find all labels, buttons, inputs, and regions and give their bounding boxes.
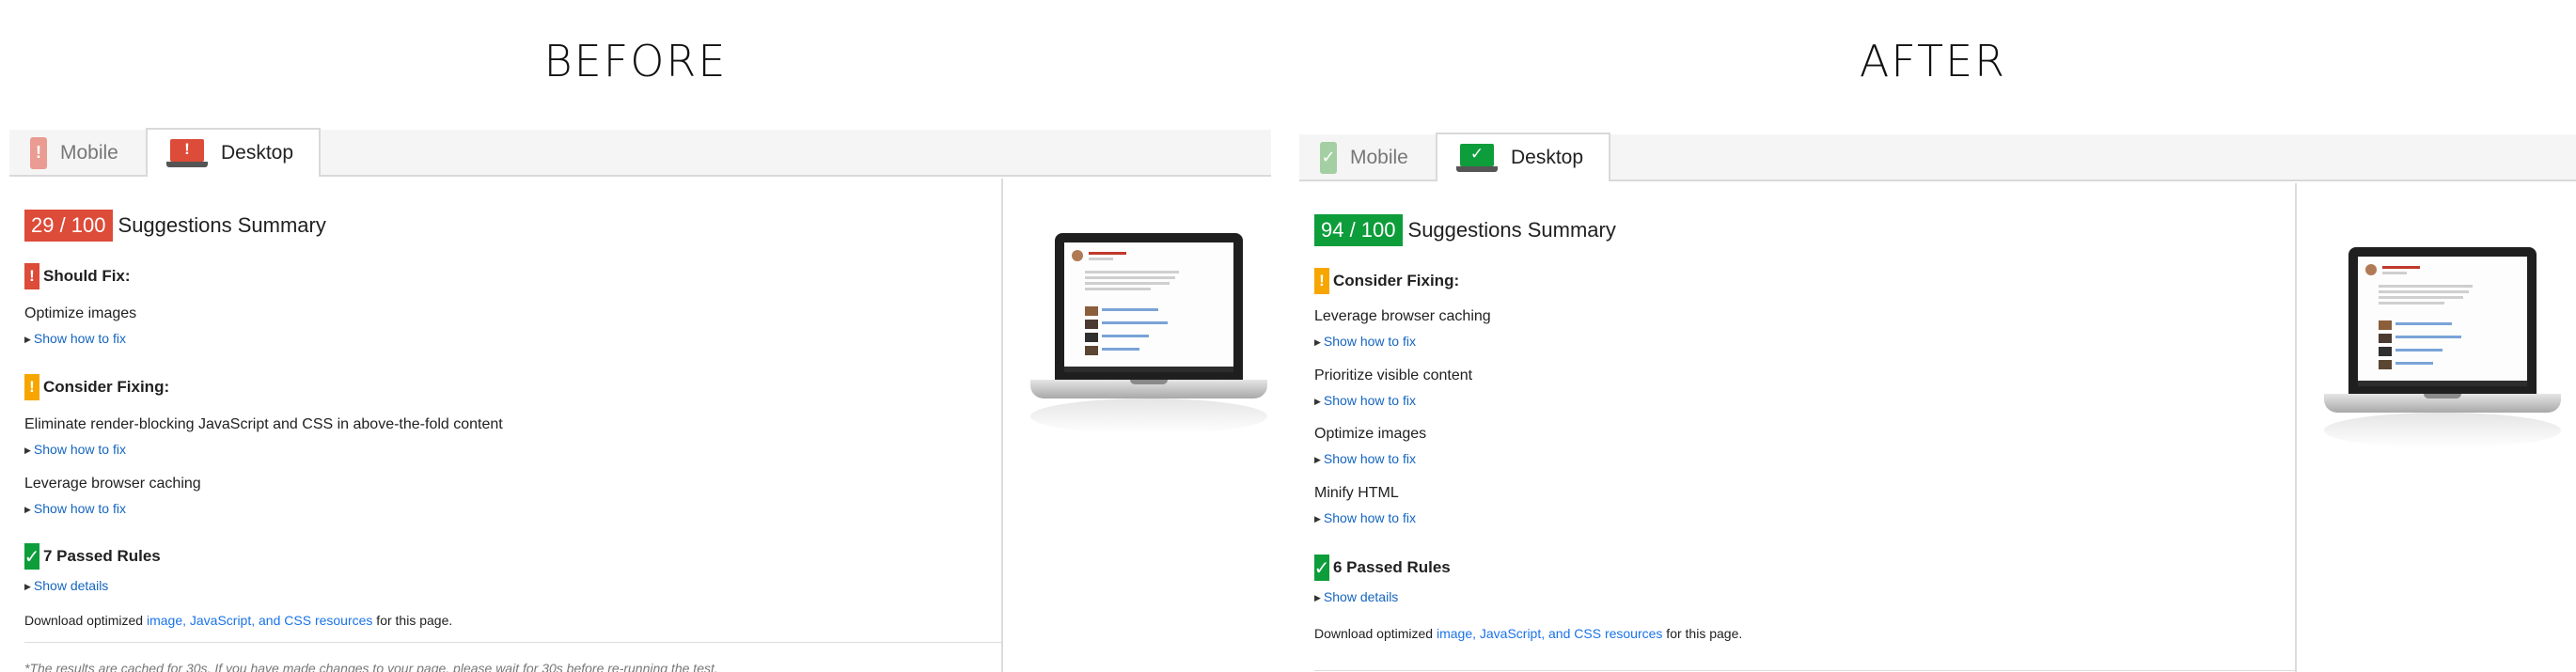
consider-fixing-header: ! Consider Fixing: [1314,268,1459,294]
rule-name: Prioritize visible content [1314,367,1473,383]
column-divider [2295,183,2297,672]
phone-check-icon: ✓ [1320,142,1337,174]
tab-label: Mobile [60,142,118,164]
before-heading: BEFORE [543,36,728,86]
score-badge: 94 / 100 [1314,214,1403,246]
exclamation-icon: ! [24,263,39,289]
exclamation-icon: ! [1314,268,1329,294]
tab-mobile[interactable]: ! Mobile [30,130,150,177]
device-tabs: ✓ Mobile ✓ Desktop [1299,133,2576,181]
suggestions-summary: 29 / 100 Suggestions Summary [24,210,326,242]
caret-right-icon: ▶ [1314,514,1321,524]
after-panel: AFTER ✓ Mobile ✓ Desktop 94 / 100 Sugges… [1290,0,2576,672]
laptop-warning-icon: ! [166,139,208,167]
show-how-to-fix-link[interactable]: ▶ Show how to fix [24,331,126,346]
caret-right-icon: ▶ [24,445,31,455]
caret-right-icon: ▶ [24,505,31,514]
section-title: Consider Fixing: [43,378,170,396]
section-title: 7 Passed Rules [43,547,161,565]
show-how-to-fix-link[interactable]: ▶ Show how to fix [24,501,126,516]
download-resources-link[interactable]: image, JavaScript, and CSS resources [147,613,372,628]
caret-right-icon: ▶ [1314,337,1321,347]
caret-right-icon: ▶ [24,335,31,344]
rule-name: Optimize images [1314,426,1427,442]
results-area: 29 / 100 Suggestions Summary ! Should Fi… [9,179,1271,672]
caret-right-icon: ▶ [24,582,31,591]
after-heading: AFTER [1859,36,2007,86]
rule-name: Eliminate render-blocking JavaScript and… [24,416,503,432]
rule-name: Optimize images [24,305,137,321]
should-fix-header: ! Should Fix: [24,263,131,289]
show-how-to-fix-link[interactable]: ▶ Show how to fix [24,442,126,457]
download-optimized-text: Download optimized image, JavaScript, an… [1314,626,1743,641]
show-how-to-fix-link[interactable]: ▶ Show how to fix [1314,393,1416,408]
tab-mobile[interactable]: ✓ Mobile [1320,134,1440,181]
summary-title: Suggestions Summary [1407,218,1616,242]
download-optimized-text: Download optimized image, JavaScript, an… [24,613,453,628]
caret-right-icon: ▶ [1314,455,1321,464]
show-details-link[interactable]: ▶ Show details [1314,589,1398,604]
tab-desktop[interactable]: ✓ Desktop [1436,133,1610,181]
rule-name: Leverage browser caching [1314,308,1491,324]
score-badge: 29 / 100 [24,210,113,242]
consider-fixing-header: ! Consider Fixing: [24,374,169,400]
divider [1314,670,2296,671]
phone-warning-icon: ! [30,137,47,169]
download-resources-link[interactable]: image, JavaScript, and CSS resources [1437,626,1662,641]
device-tabs: ! Mobile ! Desktop [9,128,1271,177]
rule-name: Leverage browser caching [24,476,201,492]
caret-right-icon: ▶ [1314,397,1321,406]
show-how-to-fix-link[interactable]: ▶ Show how to fix [1314,451,1416,466]
rule-name: Minify HTML [1314,485,1399,501]
column-divider [1001,179,1003,672]
laptop-check-icon: ✓ [1456,144,1498,172]
cache-note: *The results are cached for 30s. If you … [24,661,718,672]
tab-label: Desktop [221,142,294,164]
tab-label: Desktop [1511,147,1584,168]
show-how-to-fix-link[interactable]: ▶ Show how to fix [1314,334,1416,349]
exclamation-icon: ! [24,374,39,400]
checkmark-icon: ✓ [1314,555,1329,581]
tab-desktop[interactable]: ! Desktop [146,128,321,177]
summary-title: Suggestions Summary [118,213,326,237]
passed-rules-header: ✓ 6 Passed Rules [1314,555,1451,581]
passed-rules-header: ✓ 7 Passed Rules [24,543,161,570]
caret-right-icon: ▶ [1314,593,1321,602]
suggestions-summary: 94 / 100 Suggestions Summary [1314,214,1616,246]
checkmark-icon: ✓ [24,543,39,570]
show-details-link[interactable]: ▶ Show details [24,578,108,593]
tab-label: Mobile [1350,147,1408,168]
show-how-to-fix-link[interactable]: ▶ Show how to fix [1314,510,1416,525]
section-title: Consider Fixing: [1333,272,1460,289]
divider [24,642,1002,643]
results-area: 94 / 100 Suggestions Summary ! Consider … [1299,183,2576,672]
section-title: 6 Passed Rules [1333,558,1451,576]
before-panel: BEFORE ! Mobile ! Desktop 29 / 100 Sugge… [0,0,1271,672]
section-title: Should Fix: [43,267,131,285]
